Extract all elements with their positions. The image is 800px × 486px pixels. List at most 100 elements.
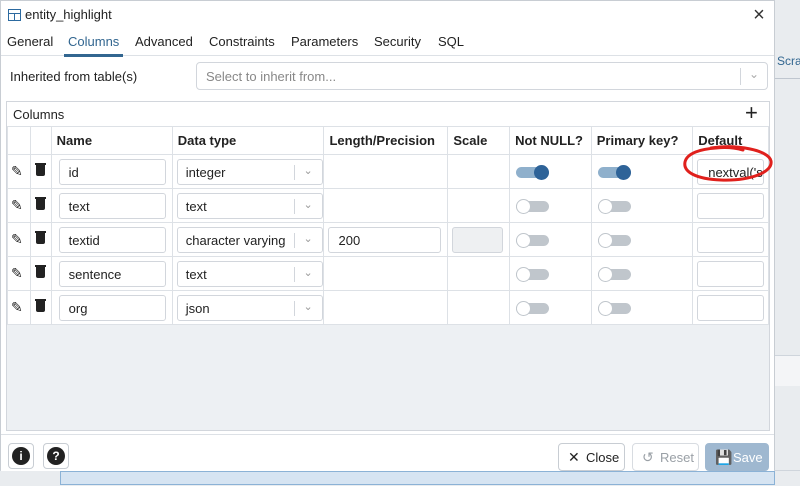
data-type-select[interactable]: integer ⌄ [176,159,323,185]
column-name-input[interactable]: textid [58,227,166,253]
table-row: ✎ id integer ⌄ nextval('s [7,154,769,189]
header-primary-key: Primary key? [590,126,694,155]
header-scale: Scale [447,126,511,155]
scale-cell[interactable] [447,290,511,325]
data-type-select[interactable]: text ⌄ [176,193,323,219]
length-cell[interactable] [323,290,449,325]
tab-columns[interactable]: Columns [63,34,124,57]
not-null-toggle[interactable] [516,267,550,282]
primary-key-toggle[interactable] [597,267,631,282]
column-name-input[interactable]: sentence [58,261,166,287]
header-delete [29,126,52,155]
length-cell[interactable] [323,154,449,189]
columns-panel-header: Columns + [7,100,769,127]
columns-table: Name Data type Length/Precision Scale No… [7,126,769,325]
inherit-placeholder: Select to inherit from... [206,69,337,84]
columns-table-header: Name Data type Length/Precision Scale No… [7,126,769,155]
chevron-down-icon[interactable]: ⌄ [304,300,313,313]
default-input[interactable] [697,227,764,253]
chevron-down-icon[interactable]: ⌄ [304,164,313,177]
dialog-title: entity_highlight [25,7,112,22]
select-separator [293,267,295,282]
column-name-input[interactable]: org [58,295,166,321]
background-pane: Scra [775,0,800,485]
info-button[interactable]: i [8,443,34,469]
save-icon: 💾 [715,449,733,465]
tab-parameters[interactable]: Parameters [291,34,358,49]
length-input[interactable]: 200 [328,227,442,253]
inherit-row: Inherited from table(s) Select to inheri… [1,56,774,98]
default-input[interactable]: nextval('s [697,159,764,185]
select-separator [293,165,295,180]
primary-key-toggle[interactable] [597,165,631,180]
header-default: Default [692,126,769,155]
column-name-input[interactable]: id [58,159,166,185]
not-null-toggle[interactable] [516,165,550,180]
header-edit [7,126,31,155]
not-null-toggle[interactable] [516,233,550,248]
chevron-down-icon[interactable]: ⌄ [304,198,313,211]
not-null-toggle[interactable] [516,301,550,316]
default-input[interactable] [697,193,764,219]
data-type-select[interactable]: character varying ⌄ [176,227,323,253]
background-highlight [60,471,775,485]
scale-cell[interactable] [447,256,511,291]
background-bottom [0,470,800,486]
reset-icon: ↺ [642,449,654,465]
dialog-close-icon[interactable]: × [749,4,769,26]
column-name-input[interactable]: text [58,193,166,219]
chevron-down-icon[interactable]: ⌄ [749,67,759,81]
pencil-icon[interactable]: ✎ [11,163,23,180]
chevron-down-icon[interactable]: ⌄ [304,266,313,279]
tab-advanced[interactable]: Advanced [135,34,193,49]
reset-button[interactable]: ↺ Reset [632,443,699,471]
reset-button-label: Reset [660,450,694,465]
data-type-value: json [185,301,210,316]
data-type-value: character varying [185,233,286,248]
select-separator [293,301,295,316]
help-button[interactable]: ? [43,443,69,469]
select-separator [293,199,295,214]
background-tab-label[interactable]: Scra [777,54,800,68]
pencil-icon[interactable]: ✎ [11,299,23,316]
header-length: Length/Precision [323,126,449,155]
info-icon: i [12,447,30,465]
primary-key-toggle[interactable] [597,301,631,316]
inherit-select[interactable]: Select to inherit from... ⌄ [196,62,768,90]
table-row: ✎ text text ⌄ [7,188,769,223]
scale-cell[interactable] [447,188,511,223]
data-type-value: text [185,199,207,214]
data-type-select[interactable]: json ⌄ [176,295,323,321]
primary-key-toggle[interactable] [597,199,631,214]
add-column-icon[interactable]: + [745,100,758,126]
table-row: ✎ sentence text ⌄ [7,256,769,291]
not-null-toggle[interactable] [516,199,550,214]
scale-cell[interactable] [447,154,511,189]
select-separator [740,68,741,85]
header-data-type: Data type [171,126,325,155]
close-button-label: Close [586,450,620,465]
length-cell[interactable] [323,256,449,291]
tab-bar: General Columns Advanced Constraints Par… [1,29,774,57]
data-type-value: integer [185,165,226,180]
pencil-icon[interactable]: ✎ [11,197,23,214]
dialog-titlebar[interactable]: entity_highlight × [1,1,774,29]
pencil-icon[interactable]: ✎ [11,231,23,248]
primary-key-toggle[interactable] [597,233,631,248]
tab-sql[interactable]: SQL [438,34,464,49]
close-button[interactable]: ✕ Close [558,443,625,471]
data-type-select[interactable]: text ⌄ [176,261,323,287]
default-input[interactable] [697,261,764,287]
pencil-icon[interactable]: ✎ [11,265,23,282]
default-input[interactable] [697,295,764,321]
scale-input[interactable] [452,227,504,253]
tab-general[interactable]: General [7,34,53,49]
tab-constraints[interactable]: Constraints [209,34,275,49]
save-button[interactable]: 💾 Save [705,443,769,471]
inherit-label: Inherited from table(s) [10,69,138,84]
table-icon [8,9,21,21]
columns-panel-title: Columns [13,107,65,122]
length-cell[interactable] [323,188,449,223]
chevron-down-icon[interactable]: ⌄ [304,232,313,245]
tab-security[interactable]: Security [374,34,421,49]
